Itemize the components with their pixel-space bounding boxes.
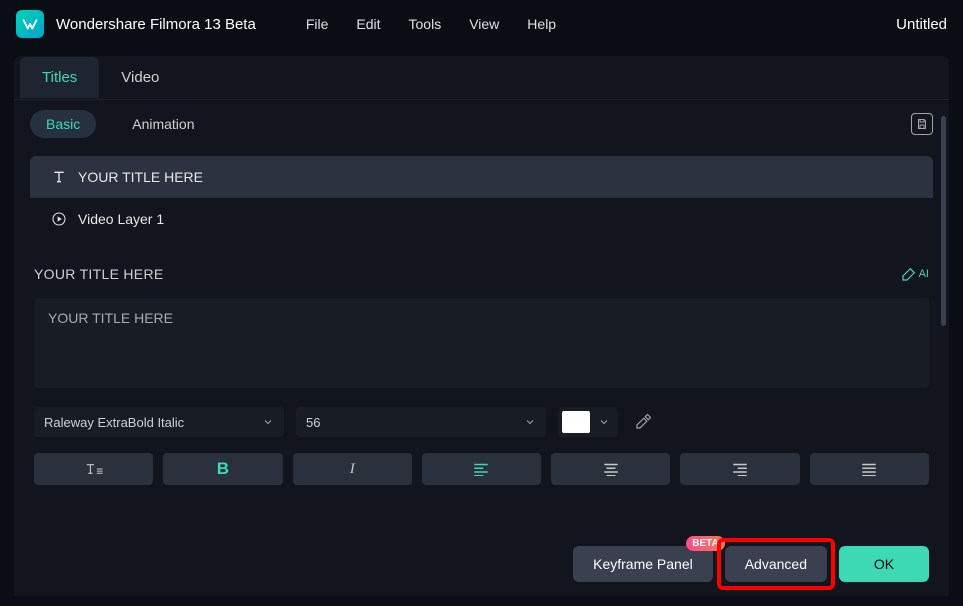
tab-video[interactable]: Video (99, 57, 181, 98)
save-preset-icon[interactable] (911, 113, 933, 135)
font-size-value: 56 (306, 415, 524, 430)
align-left-button[interactable] (422, 453, 541, 485)
layer-label: Video Layer 1 (78, 211, 164, 227)
menu-view[interactable]: View (469, 16, 499, 32)
ai-label: AI (919, 268, 929, 280)
menu-file[interactable]: File (306, 16, 329, 32)
chevron-down-icon (598, 416, 610, 428)
properties-panel: Titles Video Basic Animation YOUR TITLE … (14, 56, 949, 596)
font-color-picker[interactable] (558, 407, 618, 437)
menu-edit[interactable]: Edit (356, 16, 380, 32)
app-title: Wondershare Filmora 13 Beta (56, 16, 256, 33)
primary-tabs: Titles Video (14, 56, 949, 100)
text-case-button[interactable] (34, 453, 153, 485)
subtab-animation[interactable]: Animation (116, 110, 210, 138)
secondary-tabs: Basic Animation (14, 100, 949, 148)
section-header: YOUR TITLE HERE AI (14, 252, 949, 290)
keyframe-panel-button[interactable]: Keyframe Panel BETA (573, 546, 713, 582)
layer-video[interactable]: Video Layer 1 (30, 198, 933, 240)
ok-label: OK (874, 556, 894, 572)
tab-titles[interactable]: Titles (20, 57, 99, 98)
italic-button[interactable]: I (293, 453, 412, 485)
layer-list: YOUR TITLE HERE Video Layer 1 (30, 156, 933, 240)
align-right-button[interactable] (680, 453, 799, 485)
section-title: YOUR TITLE HERE (34, 266, 164, 282)
chevron-down-icon (524, 416, 536, 428)
menu-items: File Edit Tools View Help (306, 16, 556, 32)
ai-edit-button[interactable]: AI (901, 266, 929, 282)
align-center-button[interactable] (551, 453, 670, 485)
beta-badge: BETA (686, 536, 724, 551)
menu-help[interactable]: Help (527, 16, 556, 32)
align-justify-button[interactable] (810, 453, 929, 485)
advanced-button[interactable]: Advanced (725, 546, 827, 582)
app-icon (16, 10, 44, 38)
text-icon (50, 168, 68, 186)
play-icon (50, 210, 68, 228)
layer-title[interactable]: YOUR TITLE HERE (30, 156, 933, 198)
keyframe-label: Keyframe Panel (593, 556, 693, 572)
font-size-dropdown[interactable]: 56 (296, 407, 546, 437)
subtab-basic[interactable]: Basic (30, 110, 96, 138)
document-title: Untitled (896, 16, 947, 33)
format-buttons: B I (14, 437, 949, 485)
bottom-buttons: Keyframe Panel BETA Advanced OK (573, 546, 929, 582)
eyedropper-button[interactable] (630, 409, 656, 435)
chevron-down-icon (262, 416, 274, 428)
ok-button[interactable]: OK (839, 546, 929, 582)
advanced-label: Advanced (745, 556, 807, 572)
menubar: Wondershare Filmora 13 Beta File Edit To… (0, 0, 963, 48)
bold-button[interactable]: B (163, 453, 282, 485)
scrollbar[interactable] (941, 116, 946, 326)
font-family-dropdown[interactable]: Raleway ExtraBold Italic (34, 407, 284, 437)
title-text-wrap (14, 290, 949, 393)
menu-tools[interactable]: Tools (409, 16, 442, 32)
font-family-value: Raleway ExtraBold Italic (44, 415, 262, 430)
layer-label: YOUR TITLE HERE (78, 169, 203, 185)
font-controls: Raleway ExtraBold Italic 56 (14, 393, 949, 437)
color-swatch (562, 411, 590, 433)
title-textarea[interactable] (34, 298, 929, 388)
